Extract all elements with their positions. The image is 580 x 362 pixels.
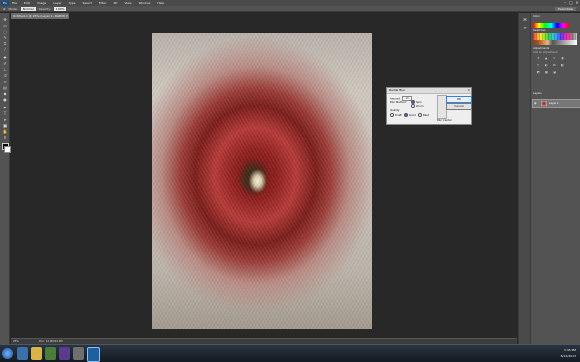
- properties-icon[interactable]: ≡: [522, 25, 528, 30]
- photoshop-logo: Ps: [1, 0, 9, 6]
- menu-file[interactable]: File: [12, 1, 17, 5]
- dialog-title-bar[interactable]: Radial Blur ✕: [387, 88, 471, 94]
- mode-select[interactable]: Normal: [20, 6, 36, 11]
- good-label: Good: [409, 114, 416, 117]
- swatches-grid-secondary[interactable]: [533, 40, 577, 45]
- good-radio[interactable]: [404, 113, 408, 117]
- windows-taskbar: 3:45 PM 6/12/2013: [0, 344, 580, 362]
- posterize-icon[interactable]: ▦: [545, 70, 548, 74]
- curves-icon[interactable]: ∿: [553, 56, 556, 60]
- tool-preset-icon[interactable]: ⊕: [3, 7, 6, 11]
- eraser-icon[interactable]: ▱: [2, 79, 8, 84]
- type-icon[interactable]: T: [2, 111, 8, 116]
- options-bar: ⊕ Mode: Normal Opacity: 100% Essentials: [0, 6, 580, 12]
- taskbar-explorer-icon[interactable]: [31, 347, 42, 360]
- exposure-icon[interactable]: ◑: [561, 56, 564, 60]
- mode-label: Mode:: [8, 6, 18, 11]
- layer-name: Layer 1: [549, 102, 559, 105]
- zoom-label: Zoom: [416, 105, 424, 108]
- stamp-icon[interactable]: ⊥: [2, 67, 8, 72]
- hand-icon[interactable]: ✋: [2, 129, 8, 134]
- brush-icon[interactable]: ✐: [2, 61, 8, 66]
- ok-button[interactable]: OK: [446, 96, 472, 103]
- blur-center-label: Blur Center: [437, 119, 452, 122]
- clock-date: 6/12/2013: [560, 354, 576, 358]
- menu-edit[interactable]: Edit: [24, 1, 30, 5]
- document-tab[interactable]: Untitled-1 @ 25% (Layer 1, RGB/8) ✕: [11, 13, 69, 19]
- swatches-panel-tab[interactable]: Swatches: [533, 29, 545, 32]
- best-radio[interactable]: [418, 113, 422, 117]
- menu-select[interactable]: Select: [83, 1, 92, 5]
- threshold-icon[interactable]: ◪: [553, 70, 556, 74]
- menu-filter[interactable]: Filter: [99, 1, 106, 5]
- quality-label: Quality:: [390, 109, 400, 112]
- menu-help[interactable]: Help: [157, 1, 164, 5]
- layers-panel-tab[interactable]: Layers: [533, 92, 542, 95]
- path-select-icon[interactable]: ➤: [2, 117, 8, 122]
- blur-method-label: Blur Method:: [390, 101, 407, 104]
- dialog-close-icon[interactable]: ✕: [467, 88, 470, 93]
- color-panel-tab[interactable]: Color: [533, 15, 540, 18]
- panel-icon-strip: ⌘ ≡: [518, 13, 530, 344]
- best-label: Best: [423, 114, 429, 117]
- menu-layer[interactable]: Layer: [53, 1, 61, 5]
- document-tab-title: Untitled-1 @ 25% (Layer 1, RGB/8): [13, 14, 66, 18]
- taskbar-app-icon[interactable]: [45, 347, 56, 360]
- black-white-icon[interactable]: ◧: [561, 63, 564, 67]
- start-button-icon[interactable]: [2, 348, 13, 359]
- draft-radio[interactable]: [390, 113, 394, 117]
- menu-window[interactable]: Window: [139, 1, 151, 5]
- menu-view[interactable]: View: [124, 1, 131, 5]
- layer-row[interactable]: ◉ Layer 1: [532, 99, 580, 108]
- radial-blur-dialog: Radial Blur ✕ Amount 10 Blur Method: Spi…: [386, 87, 472, 125]
- close-tab-icon[interactable]: ✕: [65, 13, 68, 19]
- draft-label: Draft: [395, 114, 402, 117]
- dialog-title: Radial Blur: [389, 88, 406, 92]
- menu-type[interactable]: Type: [69, 1, 76, 5]
- marquee-icon[interactable]: ▭: [2, 23, 8, 28]
- taskbar-app3-icon[interactable]: [73, 347, 84, 360]
- opacity-label: Opacity:: [38, 6, 51, 11]
- menu-3d[interactable]: 3D: [113, 1, 117, 5]
- invert-icon[interactable]: ◩: [537, 70, 540, 74]
- blur-icon[interactable]: ◆: [2, 91, 8, 96]
- crop-icon[interactable]: ⌗: [2, 41, 8, 46]
- taskbar-ie-icon[interactable]: [17, 347, 28, 360]
- adjustments-hint: Add an adjustment: [533, 51, 558, 54]
- cancel-button[interactable]: Cancel: [446, 103, 472, 110]
- eyedropper-icon[interactable]: ⁄: [2, 47, 8, 52]
- tools-panel: ✥ ▭ ◌ ✎ ⌗ ⁄ ✚ ✐ ⊥ ↺ ▱ ▤ ◆ ● ✒ T ➤ ■ ✋ ⚲: [0, 13, 11, 344]
- document-canvas[interactable]: [152, 33, 372, 329]
- levels-icon[interactable]: ▲: [545, 56, 547, 60]
- visibility-eye-icon[interactable]: ◉: [534, 101, 537, 105]
- zoom-icon[interactable]: ⚲: [2, 135, 8, 140]
- dodge-icon[interactable]: ●: [2, 97, 8, 102]
- shape-icon[interactable]: ■: [2, 123, 8, 128]
- background-color-swatch[interactable]: [4, 146, 11, 153]
- heal-icon[interactable]: ✚: [2, 55, 8, 60]
- brightness-icon[interactable]: ☀: [537, 56, 540, 60]
- right-panels: Color Swatches Adjustments Add an adjust…: [530, 13, 580, 344]
- history-icon[interactable]: ⌘: [522, 17, 528, 22]
- adjustments-panel-tab[interactable]: Adjustments: [533, 47, 549, 50]
- color-balance-icon[interactable]: ⚖: [553, 63, 556, 67]
- workspace-switcher[interactable]: Essentials: [554, 7, 576, 11]
- color-spectrum[interactable]: [533, 23, 569, 28]
- opacity-field[interactable]: 100%: [53, 6, 67, 11]
- taskbar-app2-icon[interactable]: [59, 347, 70, 360]
- layer-thumbnail: [541, 101, 547, 106]
- vibrance-icon[interactable]: ▽: [537, 63, 539, 67]
- history-brush-icon[interactable]: ↺: [2, 73, 8, 78]
- gradient-icon[interactable]: ▤: [2, 85, 8, 90]
- move-icon[interactable]: ✥: [2, 17, 8, 22]
- hue-saturation-icon[interactable]: ◐: [545, 63, 548, 67]
- lasso-icon[interactable]: ◌: [2, 29, 8, 34]
- quick-select-icon[interactable]: ✎: [2, 35, 8, 40]
- taskbar-photoshop-icon[interactable]: [87, 347, 100, 362]
- system-clock[interactable]: 3:45 PM 6/12/2013: [561, 347, 576, 359]
- pen-icon[interactable]: ✒: [2, 105, 8, 110]
- menu-image[interactable]: Image: [37, 1, 46, 5]
- zoom-radio[interactable]: [411, 104, 415, 108]
